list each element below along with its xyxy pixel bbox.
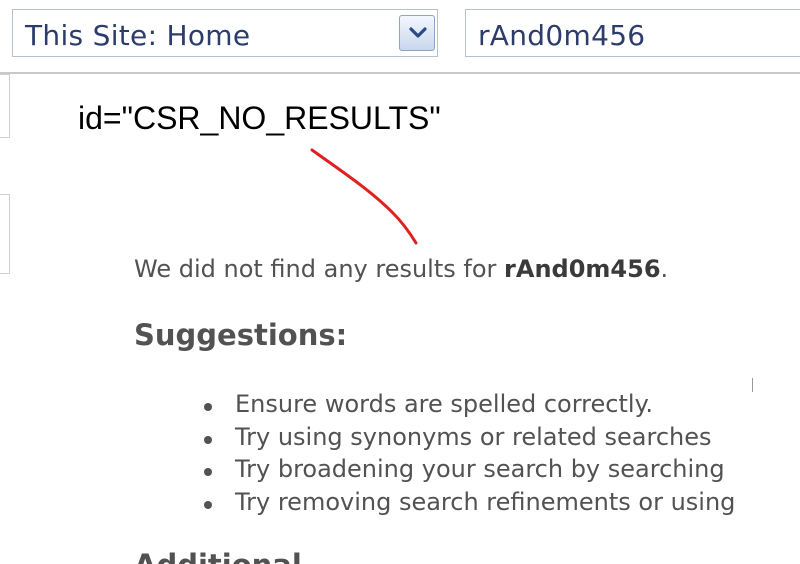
no-results-prefix: We did not find any results for: [134, 255, 505, 283]
suggestion-text: Try removing search refinements or using: [235, 487, 736, 516]
bullet-icon: [204, 403, 212, 411]
search-scope-select[interactable]: This Site: Home: [12, 9, 438, 57]
suggestion-item: Try using synonyms or related searches: [200, 423, 735, 456]
chevron-down-icon: [409, 27, 427, 38]
suggestion-text: Try using synonyms or related searches: [235, 422, 712, 451]
no-results-query: rAnd0m456: [504, 255, 661, 283]
suggestion-text: Try broadening your search by searching: [235, 455, 725, 483]
search-scope-label: This Site: Home: [25, 19, 251, 52]
search-input[interactable]: rAnd0m456: [465, 9, 800, 57]
suggestion-item: Try removing search refinements or using: [200, 488, 735, 521]
bullet-icon: [204, 435, 212, 444]
no-results-message: We did not find any results for rAnd0m45…: [134, 255, 668, 283]
search-input-value: rAnd0m456: [478, 19, 646, 52]
suggestions-list: Ensure words are spelled correctly. Try …: [200, 390, 735, 520]
no-results-suffix: .: [660, 255, 669, 283]
suggestions-heading: Suggestions:: [134, 318, 348, 352]
suggestion-item: Try broadening your search by searching: [200, 455, 735, 488]
search-bar: This Site: Home rAnd0m456: [0, 0, 800, 74]
left-panel-edge: [0, 194, 10, 274]
bullet-icon: [204, 468, 212, 476]
suggestion-text: Ensure words are spelled correctly.: [235, 390, 653, 418]
search-results-page: This Site: Home rAnd0m456 id="CSR_NO_RES…: [0, 0, 800, 564]
text-cursor: [752, 378, 753, 392]
suggestion-item: Ensure words are spelled correctly.: [200, 390, 735, 423]
left-panel-edge: [0, 74, 10, 138]
bullet-icon: [204, 500, 212, 509]
scope-dropdown-button[interactable]: [399, 15, 435, 51]
annotation-label: id="CSR_NO_RESULTS": [78, 100, 441, 136]
annotation-arrow-icon: [310, 148, 418, 245]
additional-heading: Additional: [134, 548, 302, 564]
